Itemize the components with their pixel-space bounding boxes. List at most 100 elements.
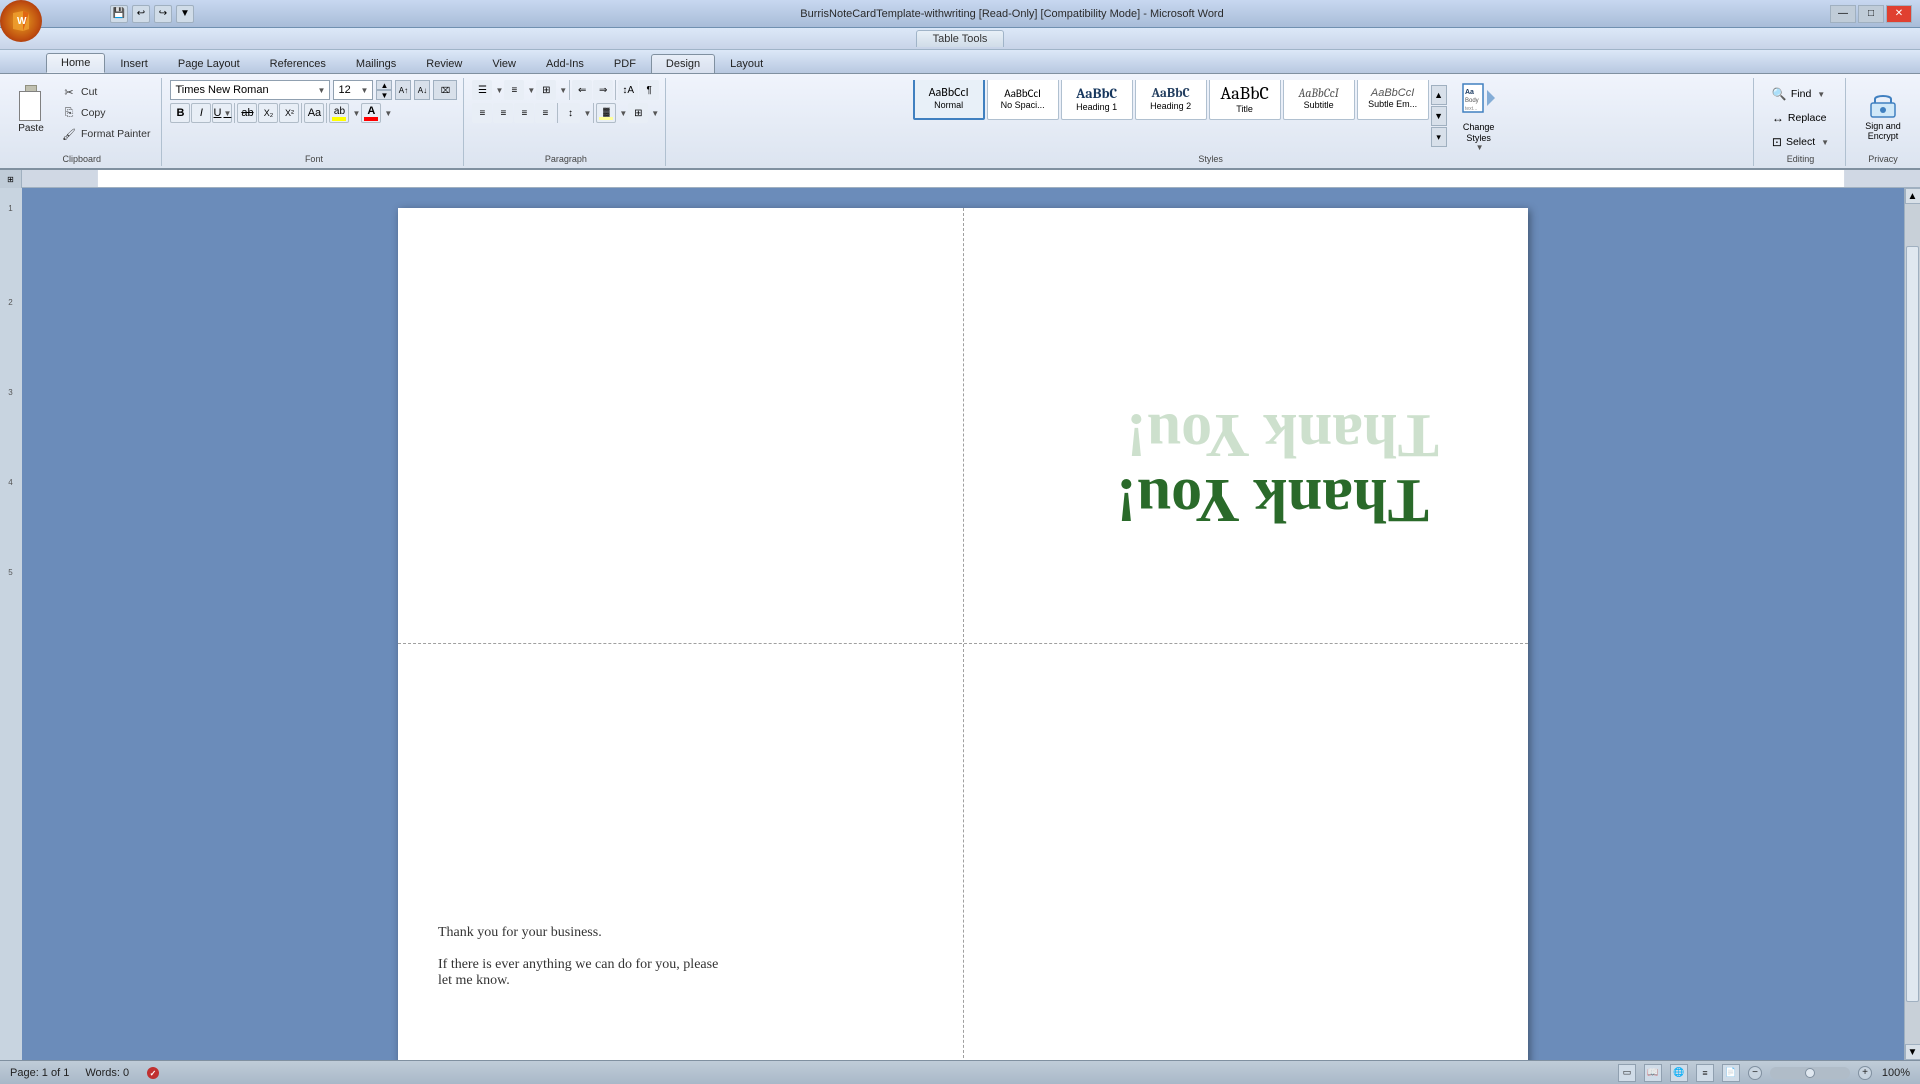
- tab-design[interactable]: Design: [651, 54, 715, 73]
- font-size-decrease[interactable]: ▼: [376, 90, 392, 100]
- format-painter-button[interactable]: 🖌 Format Painter: [56, 124, 155, 144]
- change-case-button[interactable]: Aa: [304, 103, 324, 123]
- underline-button[interactable]: U▼: [212, 103, 232, 123]
- highlight-button[interactable]: ab: [329, 103, 349, 123]
- proofing-icon[interactable]: ✓: [145, 1065, 161, 1081]
- subscript-button[interactable]: X₂: [258, 103, 278, 123]
- office-button[interactable]: W: [0, 0, 42, 42]
- highlight-arrow[interactable]: ▼: [352, 109, 360, 118]
- shading-button[interactable]: ▓: [596, 103, 616, 123]
- scroll-down-btn[interactable]: ▼: [1905, 1044, 1920, 1060]
- superscript-button[interactable]: X²: [279, 103, 299, 123]
- increase-indent[interactable]: ⇒: [593, 80, 613, 100]
- align-right[interactable]: ≡: [514, 103, 534, 123]
- tab-addins[interactable]: Add-Ins: [531, 54, 599, 73]
- sort-button[interactable]: ↕A: [618, 80, 638, 100]
- quick-undo-btn[interactable]: ↩: [132, 5, 150, 23]
- font-size-smaller[interactable]: A↓: [414, 80, 430, 100]
- minimize-btn[interactable]: —: [1830, 5, 1856, 23]
- zoom-thumb[interactable]: [1805, 1068, 1815, 1078]
- tab-home[interactable]: Home: [46, 53, 105, 73]
- ruler-container: ⊞: [0, 170, 1920, 188]
- scroll-thumb[interactable]: [1906, 246, 1919, 1002]
- select-button[interactable]: ⊡ Select ▼: [1765, 132, 1836, 152]
- tab-review[interactable]: Review: [411, 54, 477, 73]
- print-layout-btn[interactable]: ▭: [1618, 1064, 1636, 1082]
- justify[interactable]: ≡: [535, 103, 555, 123]
- tab-references[interactable]: References: [255, 54, 341, 73]
- quick-save-btn[interactable]: 💾: [110, 5, 128, 23]
- font-size-increase[interactable]: ▲: [376, 80, 392, 90]
- font-size-input[interactable]: 12 ▼: [333, 80, 373, 100]
- style-scroll-up[interactable]: ▲: [1431, 85, 1447, 105]
- vertical-scrollbar[interactable]: ▲ ▼: [1904, 188, 1920, 1060]
- clear-formatting[interactable]: ⌧: [433, 80, 457, 100]
- draft-btn[interactable]: 📄: [1722, 1064, 1740, 1082]
- tab-pdf[interactable]: PDF: [599, 54, 651, 73]
- maximize-btn[interactable]: □: [1858, 5, 1884, 23]
- zoom-in-btn[interactable]: +: [1858, 1066, 1872, 1080]
- paste-button[interactable]: Paste: [8, 80, 54, 139]
- style-subtle-em[interactable]: AaBbCcI Subtle Em...: [1357, 80, 1429, 120]
- show-hide-button[interactable]: ¶: [639, 80, 659, 100]
- numbering-button[interactable]: ≡: [504, 80, 524, 100]
- tab-page-layout[interactable]: Page Layout: [163, 54, 255, 73]
- style-nospace[interactable]: AaBbCcI No Spaci...: [987, 80, 1059, 120]
- svg-text:W: W: [17, 16, 27, 27]
- zoom-slider[interactable]: [1770, 1067, 1850, 1079]
- style-scroll-more[interactable]: ▾: [1431, 127, 1447, 147]
- align-center[interactable]: ≡: [493, 103, 513, 123]
- font-color-arrow[interactable]: ▼: [384, 109, 392, 118]
- borders-button[interactable]: ⊞: [628, 103, 648, 123]
- tab-view[interactable]: View: [477, 54, 531, 73]
- replace-button[interactable]: ↔ Replace: [1765, 108, 1836, 128]
- tab-mailings[interactable]: Mailings: [341, 54, 411, 73]
- page-info: Page: 1 of 1: [10, 1067, 69, 1079]
- style-nospace-preview: AaBbCcI: [1004, 87, 1041, 100]
- align-left[interactable]: ≡: [472, 103, 492, 123]
- thank-you-text: Thank You! Thank You!: [1106, 379, 1386, 559]
- web-layout-btn[interactable]: 🌐: [1670, 1064, 1688, 1082]
- tab-layout[interactable]: Layout: [715, 54, 778, 73]
- style-heading2[interactable]: AaBbC Heading 2: [1135, 80, 1207, 120]
- message-section[interactable]: Thank you for your business. If there is…: [398, 895, 963, 1035]
- vertical-ruler: 1 2 3 4 5: [0, 188, 22, 1060]
- style-subtitle-preview: AaBbCcI: [1298, 86, 1338, 100]
- style-scroll-down[interactable]: ▼: [1431, 106, 1447, 126]
- tab-insert[interactable]: Insert: [105, 54, 163, 73]
- font-color-button[interactable]: A: [361, 103, 381, 123]
- font-format-buttons: B I U▼ ab X₂ X² Aa ab ▼ A: [170, 103, 392, 123]
- style-normal[interactable]: AaBbCcI Normal: [913, 80, 985, 120]
- sign-encrypt-button[interactable]: Sign andEncrypt: [1862, 86, 1904, 144]
- decrease-indent[interactable]: ⇐: [572, 80, 592, 100]
- customize-btn[interactable]: ▼: [176, 5, 194, 23]
- font-name-value: Times New Roman: [175, 84, 315, 96]
- style-title[interactable]: AaBbC Title: [1209, 80, 1281, 120]
- style-heading1[interactable]: AaBbC Heading 1: [1061, 80, 1133, 120]
- ruler-corner[interactable]: ⊞: [0, 170, 22, 188]
- outline-btn[interactable]: ≡: [1696, 1064, 1714, 1082]
- style-subtitle[interactable]: AaBbCcI Subtitle: [1283, 80, 1355, 120]
- copy-button[interactable]: ⎘ Copy: [56, 103, 155, 123]
- font-name-dropdown[interactable]: Times New Roman ▼: [170, 80, 330, 100]
- bullets-button[interactable]: ☰: [472, 80, 492, 100]
- close-btn[interactable]: ✕: [1886, 5, 1912, 23]
- line-spacing[interactable]: ↕: [560, 103, 580, 123]
- scroll-up-btn[interactable]: ▲: [1905, 188, 1920, 204]
- quick-redo-btn[interactable]: ↪: [154, 5, 172, 23]
- cut-button[interactable]: ✂ Cut: [56, 82, 155, 102]
- multilevel-button[interactable]: ⊞: [536, 80, 556, 100]
- style-h2-preview: AaBbC: [1152, 86, 1190, 101]
- document-scroll-area[interactable]: Thank You! Thank You! Thank you for your…: [22, 188, 1904, 1060]
- bold-button[interactable]: B: [170, 103, 190, 123]
- full-reading-btn[interactable]: 📖: [1644, 1064, 1662, 1082]
- find-button[interactable]: 🔍 Find ▼: [1765, 84, 1836, 104]
- change-styles-button[interactable]: Aa Body text... ChangeStyles ▼: [1449, 80, 1509, 152]
- document-page[interactable]: Thank You! Thank You! Thank you for your…: [398, 208, 1528, 1060]
- status-left: Page: 1 of 1 Words: 0 ✓: [10, 1065, 161, 1081]
- font-size-bigger[interactable]: A↑: [395, 80, 411, 100]
- font-row1: Times New Roman ▼ 12 ▼ ▲ ▼ A↑ A↓ ⌧: [170, 80, 457, 100]
- strikethrough-button[interactable]: ab: [237, 103, 257, 123]
- zoom-out-btn[interactable]: −: [1748, 1066, 1762, 1080]
- italic-button[interactable]: I: [191, 103, 211, 123]
